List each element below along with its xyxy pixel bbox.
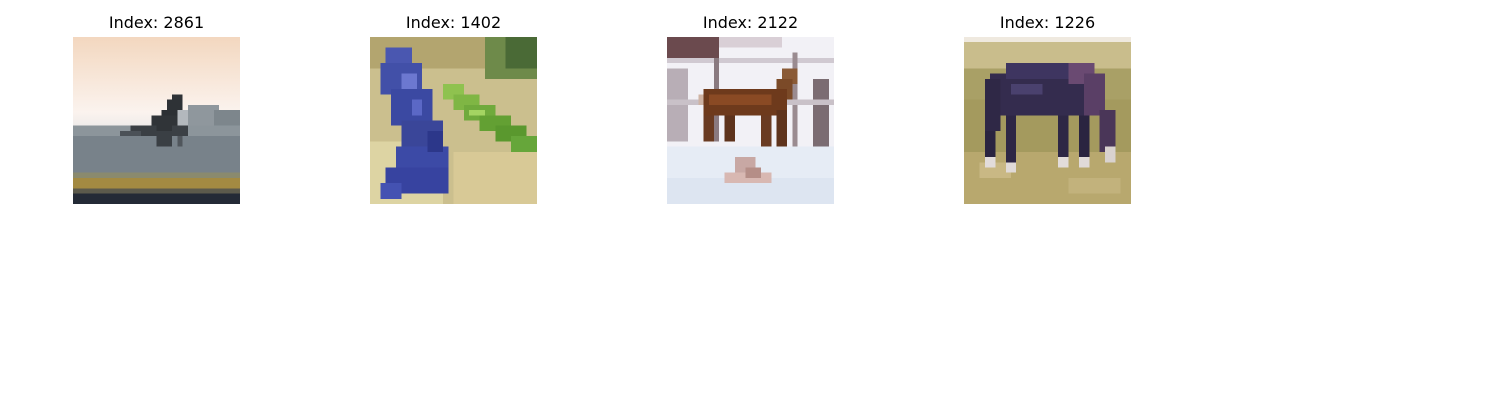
image-panel: Index: 2122 <box>667 12 834 204</box>
panel-title: Index: 2861 <box>108 13 205 32</box>
panel-title: Index: 1402 <box>405 13 502 32</box>
thumbnail-image-deer-in-snow <box>667 37 834 204</box>
panel-title: Index: 1226 <box>999 13 1096 32</box>
image-panel: Index: 2861 <box>73 12 240 204</box>
panel-title: Index: 2122 <box>702 13 799 32</box>
thumbnail-image-blue-frog <box>370 37 537 204</box>
image-panel: Index: 1402 <box>370 12 537 204</box>
image-panel: Index: 1226 <box>964 12 1131 204</box>
thumbnail-image-grazing-horse <box>964 37 1131 204</box>
thumbnail-image-horse-silhouette <box>73 37 240 204</box>
